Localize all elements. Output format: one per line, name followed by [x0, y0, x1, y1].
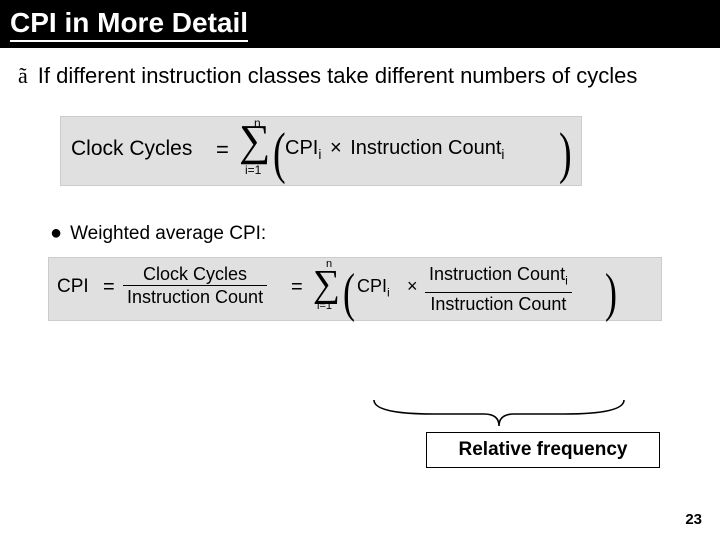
f2-sigma-sup: n: [326, 258, 332, 270]
f2-eq2: =: [291, 276, 303, 299]
title-band: CPI in More Detail: [0, 0, 720, 48]
paren-right-icon: ): [605, 261, 617, 324]
f2-sigma-sub: i=1: [317, 300, 332, 312]
f1-sigma-sup: n: [254, 116, 261, 130]
page-number: 23: [685, 511, 702, 528]
f2-eq1: =: [103, 276, 115, 299]
f2-cpi-txt: CPI: [357, 276, 387, 296]
times-icon: ×: [327, 137, 345, 159]
sub-bullet-row: ● Weighted average CPI:: [50, 222, 720, 245]
f1-eq: =: [216, 137, 229, 163]
times-icon: ×: [407, 276, 418, 297]
f2-frac1-top: Clock Cycles: [123, 264, 267, 286]
f1-cpi-sub: i: [318, 147, 321, 162]
f2-frac2-bot: Instruction Count: [425, 293, 572, 314]
f1-ic: Instruction Count: [350, 137, 501, 159]
paren-left-icon: (: [343, 261, 355, 324]
paren-right-icon: ): [559, 121, 572, 187]
f2-frac2-top: Instruction Counti: [425, 264, 572, 293]
formula-clock-cycles: Clock Cycles = ∑ n i=1 ( CPIi × Instruct…: [60, 116, 582, 186]
f2-lhs: CPI: [57, 276, 89, 298]
f1-cpi: CPI: [285, 137, 318, 159]
relfreq-text: Relative frequency: [459, 439, 628, 461]
f2-fraction-1: Clock Cycles Instruction Count: [123, 264, 267, 307]
f1-ic-sub: i: [501, 147, 504, 162]
paren-left-icon: (: [273, 121, 286, 187]
sub-bullet-symbol: ●: [50, 222, 62, 245]
f2-fraction-2: Instruction Counti Instruction Count: [425, 264, 572, 314]
formula-cpi: CPI = Clock Cycles Instruction Count = ∑…: [48, 257, 662, 321]
relative-frequency-label: Relative frequency: [426, 432, 660, 468]
f2-cpi-sub: i: [387, 286, 390, 300]
f2-frac2-top-txt: Instruction Count: [429, 264, 565, 284]
f1-sigma-sub: i=1: [245, 163, 261, 177]
top-bullet-text: If different instruction classes take di…: [38, 62, 638, 90]
bullet-symbol: ã: [18, 62, 28, 90]
f2-cpi: CPIi: [357, 276, 390, 300]
f1-rhs: CPIi × Instruction Counti: [285, 137, 504, 162]
sub-bullet-text: Weighted average CPI:: [70, 223, 266, 245]
f1-lhs: Clock Cycles: [71, 137, 192, 161]
f2-frac1-bot: Instruction Count: [123, 286, 267, 307]
slide-title: CPI in More Detail: [10, 7, 248, 42]
top-bullet-row: ã If different instruction classes take …: [18, 62, 720, 90]
f2-frac2-top-sub: i: [565, 274, 568, 288]
